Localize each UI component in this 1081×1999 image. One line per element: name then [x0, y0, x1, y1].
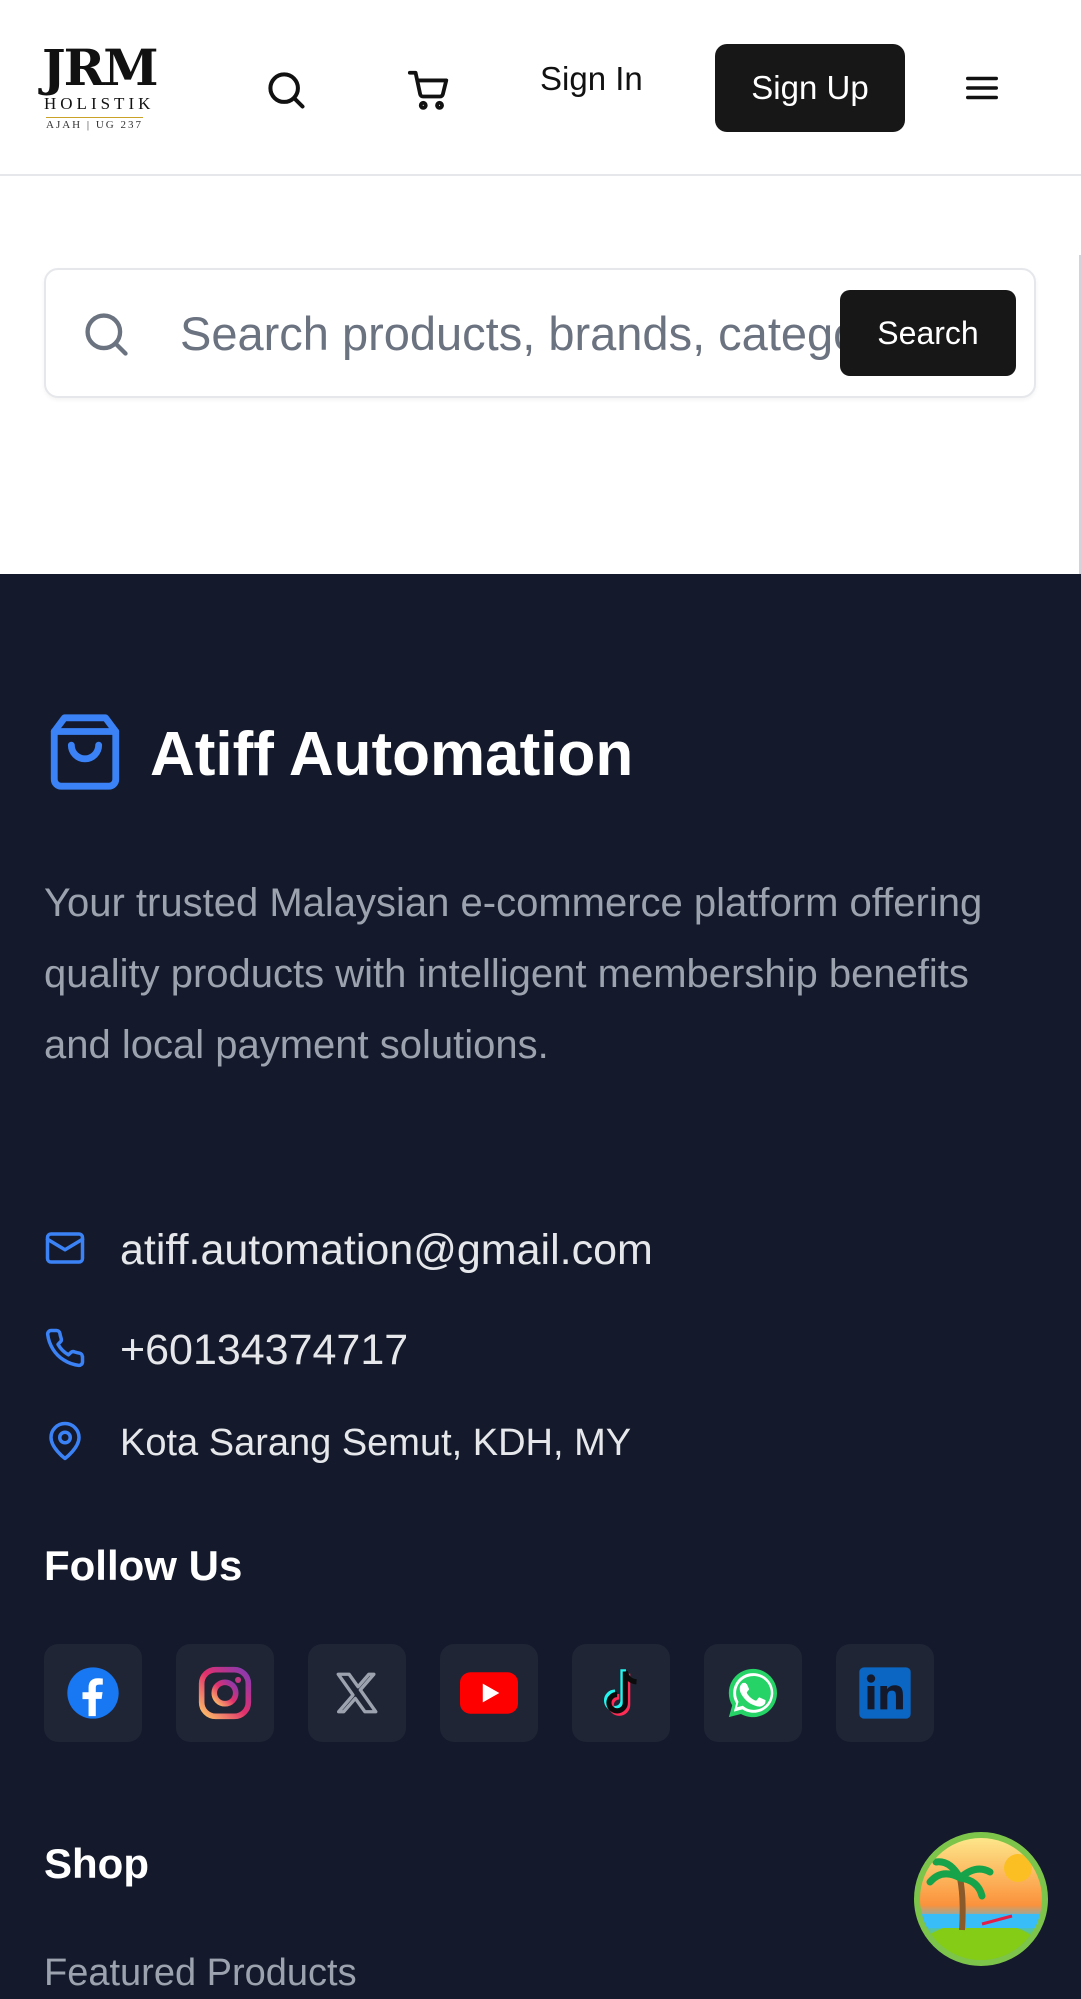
contact-email[interactable]: atiff.automation@gmail.com	[44, 1226, 653, 1275]
floating-assistant-button[interactable]	[914, 1832, 1048, 1966]
contact-location-text: Kota Sarang Semut, KDH, MY	[120, 1422, 632, 1464]
whatsapp-icon[interactable]	[704, 1644, 802, 1742]
search-button[interactable]: Search	[840, 290, 1016, 376]
footer-description: Your trusted Malaysian e-commerce platfo…	[44, 881, 983, 1067]
sign-up-button[interactable]: Sign Up	[715, 44, 905, 132]
search-input[interactable]	[180, 300, 890, 366]
sign-in-link[interactable]: Sign In	[540, 60, 643, 98]
search-bar: Search	[44, 268, 1036, 398]
shop-heading: Shop	[44, 1840, 149, 1887]
footer-brand-title: Atiff Automation	[150, 720, 634, 789]
contact-phone-text: +60134374717	[120, 1326, 409, 1374]
contact-location: Kota Sarang Semut, KDH, MY	[44, 1420, 631, 1467]
tiktok-icon[interactable]	[572, 1644, 670, 1742]
contact-phone[interactable]: +60134374717	[44, 1326, 408, 1375]
island-avatar-icon	[920, 1854, 1042, 1960]
featured-products-link[interactable]: Featured Products	[44, 1952, 357, 1995]
linkedin-icon[interactable]	[836, 1644, 934, 1742]
facebook-icon[interactable]	[44, 1644, 142, 1742]
logo-mark: JRM	[42, 38, 159, 97]
logo-tagline: AJAH | UG 237	[46, 117, 143, 131]
site-footer: Atiff Automation Your trusted Malaysian …	[0, 574, 1081, 1999]
search-input-icon	[80, 308, 132, 365]
social-links	[44, 1644, 968, 1742]
contact-email-text: atiff.automation@gmail.com	[120, 1226, 653, 1274]
logo[interactable]: JRM HOLISTIK AJAH | UG 237	[42, 42, 162, 134]
shopping-cart-icon[interactable]	[400, 62, 458, 118]
search-icon[interactable]	[258, 62, 314, 118]
youtube-icon[interactable]	[440, 1644, 538, 1742]
phone-icon	[44, 1327, 86, 1374]
footer-brand: Atiff Automation	[44, 710, 633, 799]
follow-us-heading: Follow Us	[44, 1542, 243, 1589]
site-header: JRM HOLISTIK AJAH | UG 237 Sign In Sign …	[0, 0, 1081, 176]
hamburger-menu-icon[interactable]	[958, 66, 1006, 110]
logo-subtitle: HOLISTIK	[44, 94, 155, 113]
mail-icon	[44, 1227, 86, 1274]
instagram-icon[interactable]	[176, 1644, 274, 1742]
x-icon[interactable]	[308, 1644, 406, 1742]
shopping-bag-icon	[44, 710, 126, 799]
map-pin-icon	[44, 1420, 86, 1467]
